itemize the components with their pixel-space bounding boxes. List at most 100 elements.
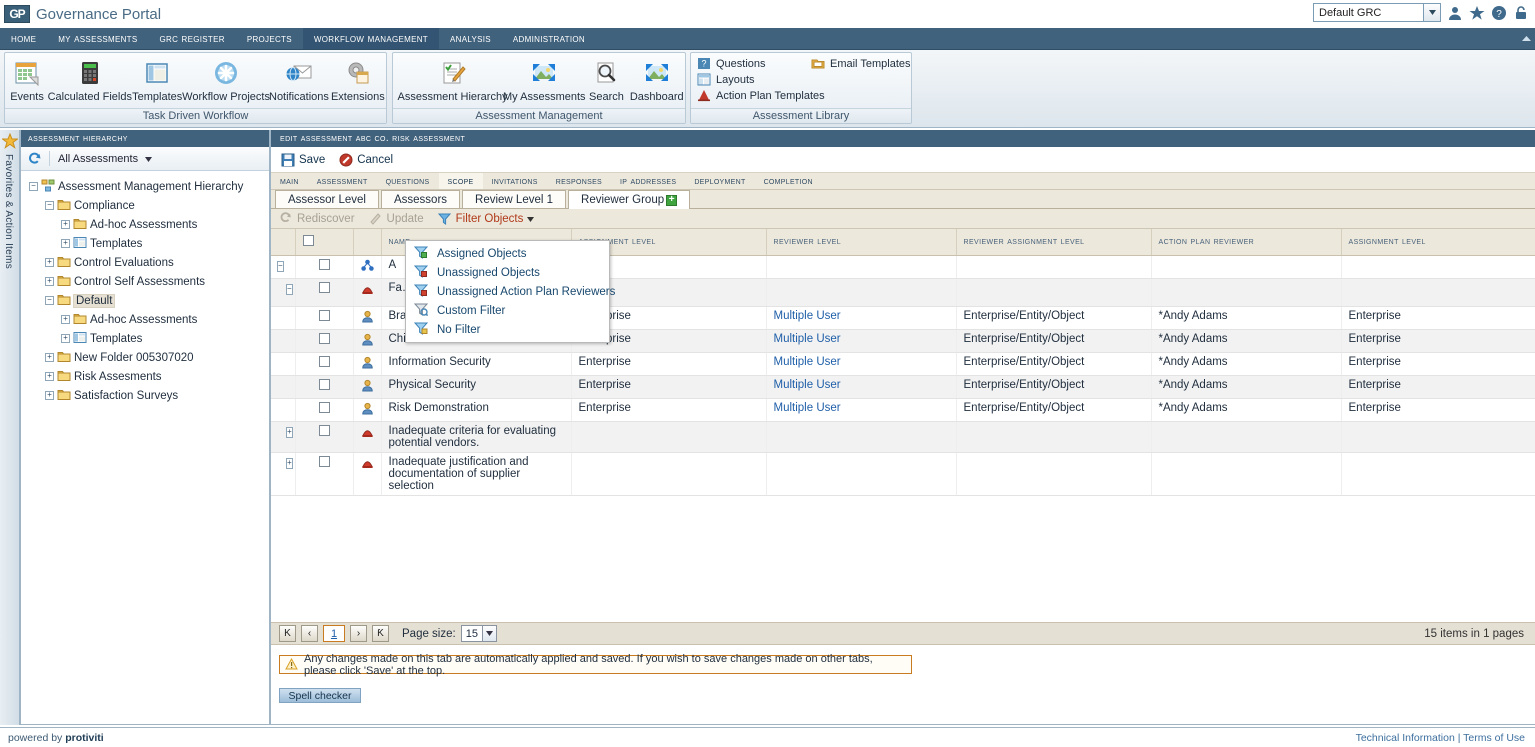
tree-node[interactable]: + Ad-hoc Assessments	[25, 310, 269, 329]
tree-node[interactable]: + Templates	[25, 234, 269, 253]
reviewer-level-link[interactable]: Multiple User	[774, 379, 841, 391]
all-assessments-dropdown[interactable]: All Assessments	[58, 153, 153, 165]
row-checkbox[interactable]	[318, 258, 330, 270]
tree-node[interactable]: + Control Self Assessments	[25, 272, 269, 291]
reviewer-level-link[interactable]: Multiple User	[774, 402, 841, 414]
ribbon-button-events[interactable]: Events	[5, 55, 49, 110]
subtab-assessor-level[interactable]: Assessor Level	[275, 190, 379, 208]
ribbon-link-email-templates[interactable]: Email Templates	[811, 57, 911, 70]
col-action-plan-reviewer[interactable]: Action Plan Reviewer	[1151, 229, 1342, 256]
subtab-assessors[interactable]: Assessors	[380, 190, 461, 208]
ribbon-button-calculated-fields[interactable]: Calculated Fields	[48, 55, 132, 110]
user-icon[interactable]	[1447, 5, 1463, 21]
spell-checker-button[interactable]: Spell checker	[279, 688, 361, 703]
tree-node[interactable]: + Control Evaluations	[25, 253, 269, 272]
ribbon-button-templates[interactable]: Templates	[131, 55, 184, 110]
filter-objects-button[interactable]: Filter Objects	[437, 212, 535, 225]
cell-reviewer-level[interactable]: Multiple User	[766, 398, 957, 422]
cell-reviewer-level[interactable]: Multiple User	[766, 306, 957, 330]
tab-assessment[interactable]: Assessment	[308, 173, 377, 189]
table-row[interactable]: Information Security Enterprise Multiple U…	[271, 352, 1535, 376]
menu-item-analysis[interactable]: Analysis	[439, 28, 502, 49]
save-button[interactable]: Save	[281, 153, 325, 167]
footer-links[interactable]: Technical Information | Terms of Use	[1356, 732, 1525, 744]
tree-node[interactable]: + Satisfaction Surveys	[25, 386, 269, 405]
expand-toggle-icon[interactable]: +	[61, 315, 70, 324]
menu-item-no-filter[interactable]: No Filter	[406, 320, 609, 339]
col-reviewer-level[interactable]: Reviewer Level	[766, 229, 957, 256]
tab-invitations[interactable]: Invitations	[483, 173, 547, 189]
expand-toggle-icon[interactable]: +	[45, 258, 54, 267]
select-all-checkbox[interactable]	[302, 234, 314, 246]
chevron-down-icon[interactable]	[145, 153, 153, 165]
expand-toggle-icon[interactable]: +	[61, 334, 70, 343]
menu-item-my-assessments[interactable]: My Assessments	[47, 28, 148, 49]
rediscover-button[interactable]: Rediscover	[279, 212, 355, 225]
pager-first-button[interactable]: K	[279, 625, 296, 642]
pager-current-page[interactable]: 1	[323, 625, 345, 642]
reviewer-level-link[interactable]: Multiple User	[774, 310, 841, 322]
menu-item-assigned-objects[interactable]: Assigned Objects	[406, 244, 609, 263]
collapse-toggle-icon[interactable]: −	[277, 260, 284, 272]
tab-completion[interactable]: Completion	[755, 173, 822, 189]
cell-reviewer-level[interactable]: Multiple User	[766, 329, 957, 353]
tree-node[interactable]: + Ad-hoc Assessments	[25, 215, 269, 234]
cancel-button[interactable]: Cancel	[339, 153, 393, 167]
refresh-icon[interactable]	[27, 152, 41, 165]
update-button[interactable]: Update	[369, 212, 424, 225]
table-row[interactable]: Physical Security Enterprise Multiple User…	[271, 375, 1535, 399]
tree-node[interactable]: − Compliance	[25, 196, 269, 215]
menu-item-projects[interactable]: Projects	[236, 28, 303, 49]
tab-responses[interactable]: Responses	[547, 173, 611, 189]
col-assignment-level-2[interactable]: Assignment Level	[1341, 229, 1535, 256]
row-checkbox[interactable]	[318, 309, 330, 321]
pager-last-button[interactable]: Ƙ	[372, 625, 389, 642]
ribbon-button-notifications[interactable]: Notifications	[268, 55, 329, 110]
reviewer-level-link[interactable]: Multiple User	[774, 333, 841, 345]
menu-item-grc-register[interactable]: GRC Register	[148, 28, 235, 49]
expand-toggle-icon[interactable]: +	[45, 391, 54, 400]
star-icon[interactable]	[1469, 5, 1485, 21]
menu-item-unassigned-action-plan-reviewers[interactable]: Unassigned Action Plan Reviewers	[406, 282, 615, 301]
subtab-reviewer-group[interactable]: Reviewer Group +	[568, 190, 691, 209]
expand-toggle-icon[interactable]: +	[45, 277, 54, 286]
tree-node[interactable]: − Default	[25, 291, 269, 310]
favorites-sidebar[interactable]: Favorites & Action Items	[0, 130, 20, 725]
table-row[interactable]: Risk Demonstration Enterprise Multiple Use…	[271, 398, 1535, 422]
ribbon-button-extensions[interactable]: Extensions	[330, 55, 386, 110]
tab-questions[interactable]: Questions	[377, 173, 439, 189]
ribbon-button-search[interactable]: Search	[584, 55, 628, 110]
ribbon-link-action-plan-templates[interactable]: Action Plan Templates	[697, 89, 911, 102]
chevron-down-icon[interactable]	[1423, 4, 1440, 21]
expand-toggle-icon[interactable]: +	[45, 372, 54, 381]
star-icon[interactable]	[0, 132, 20, 152]
grc-context-select[interactable]: Default GRC	[1313, 3, 1441, 22]
row-checkbox[interactable]	[318, 378, 330, 390]
ribbon-button-my-assessments[interactable]: My Assessments	[503, 55, 586, 110]
tree-node[interactable]: + New Folder 005307020	[25, 348, 269, 367]
expand-toggle-icon[interactable]: +	[45, 353, 54, 362]
subtab-review-level-1[interactable]: Review Level 1	[462, 190, 567, 208]
tab-ip-addresses[interactable]: IP addresses	[611, 173, 685, 189]
collapse-toggle-icon[interactable]: −	[45, 296, 54, 305]
table-row[interactable]: + Inadequate justification and documentat…	[271, 452, 1535, 496]
tree-node[interactable]: + Risk Assesments	[25, 367, 269, 386]
menu-item-home[interactable]: Home	[0, 28, 47, 49]
row-checkbox[interactable]	[318, 281, 330, 293]
menu-item-administration[interactable]: Administration	[502, 28, 596, 49]
table-row[interactable]: + Inadequate criteria for evaluating pote…	[271, 421, 1535, 453]
tree-node[interactable]: + Templates	[25, 329, 269, 348]
menu-item-custom-filter[interactable]: Custom Filter	[406, 301, 609, 320]
ribbon-button-dashboard[interactable]: Dashboard	[628, 55, 685, 110]
ribbon-button-workflow-projects[interactable]: Workflow Projects	[182, 55, 270, 110]
collapse-toggle-icon[interactable]: −	[29, 182, 38, 191]
expand-toggle-icon[interactable]: +	[286, 426, 293, 438]
col-reviewer-assignment-level[interactable]: Reviewer Assignment Level	[956, 229, 1152, 256]
page-size-select[interactable]: 15	[460, 625, 497, 642]
pager-next-button[interactable]: ›	[350, 625, 367, 642]
row-checkbox[interactable]	[318, 424, 330, 436]
menu-item-workflow-management[interactable]: Workflow Management	[302, 28, 439, 49]
pager-prev-button[interactable]: ‹	[301, 625, 318, 642]
expand-toggle-icon[interactable]: +	[286, 457, 293, 469]
ribbon-link-layouts[interactable]: Layouts	[697, 73, 911, 86]
